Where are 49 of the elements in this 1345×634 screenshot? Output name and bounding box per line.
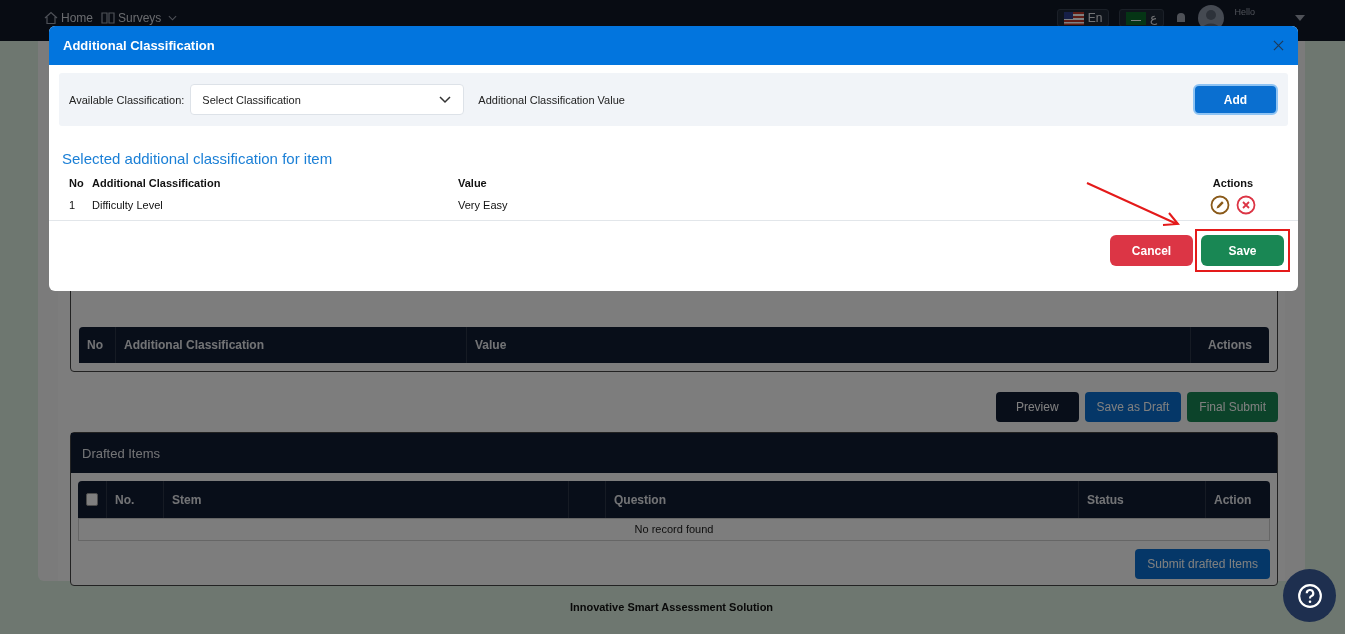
caret-icon[interactable] [1295, 15, 1305, 21]
column-header: Additional Classification [116, 327, 467, 363]
column-header: No [69, 177, 85, 189]
help-icon [1296, 582, 1323, 609]
column-header: Additional Classification [92, 177, 222, 189]
table-cell-text: 1 [69, 198, 77, 211]
dialog-button[interactable]: Save [1201, 235, 1284, 266]
section-title: Selected additional classification for item [62, 150, 334, 167]
flag-icon [1126, 11, 1147, 25]
language-button[interactable]: En [1056, 9, 1110, 27]
column-header: Value [467, 327, 1191, 363]
column-header: Actions [1207, 337, 1253, 354]
table-cell-text: Very Easy [458, 198, 509, 211]
chevron-down-icon [439, 95, 452, 104]
nav-link[interactable]: Surveys [101, 11, 178, 25]
flag-icon [1063, 11, 1084, 25]
chevron-down-icon [168, 15, 178, 21]
action-button[interactable]: Final Submit [1187, 392, 1278, 422]
table-cell-text: Difficulty Level [92, 198, 164, 211]
language-button[interactable]: ع [1119, 9, 1165, 27]
column-header: Value [458, 177, 488, 189]
action-button[interactable]: Save as Draft [1084, 392, 1182, 422]
column-header: Stem [164, 481, 569, 518]
column-header: Action [1213, 491, 1253, 509]
footer-text: Innovative Smart Assessment Solution [568, 601, 775, 613]
column-header: Status [1079, 481, 1206, 518]
classification-select[interactable]: Select Classification [190, 84, 465, 115]
book-icon [101, 11, 115, 25]
column-header: No. [107, 481, 164, 518]
select-all-checkbox[interactable] [86, 493, 98, 506]
nav-link[interactable]: Home [44, 11, 93, 25]
submit-drafted-button[interactable]: Submit drafted Items [1135, 549, 1270, 579]
add-button[interactable]: Add [1193, 84, 1278, 115]
edit-icon[interactable] [1210, 194, 1230, 215]
greeting-text: Hello [1234, 7, 1255, 17]
empty-message: No record found [78, 518, 1270, 541]
field-label: Available Classification: [69, 93, 185, 106]
action-button[interactable]: Preview [995, 392, 1079, 422]
dialog-title: Additional Classification [63, 38, 215, 53]
column-header: Actions [1211, 177, 1255, 189]
column-header: Question [606, 481, 1079, 518]
home-icon [44, 11, 58, 25]
dialog-button[interactable]: Cancel [1110, 235, 1193, 266]
delete-icon[interactable] [1236, 194, 1256, 215]
close-icon[interactable] [1273, 40, 1284, 51]
field-label: Additional Classification Value [478, 93, 625, 106]
card-title: Drafted Items [82, 445, 161, 461]
help-button[interactable] [1283, 569, 1336, 622]
column-header: No [79, 327, 116, 363]
